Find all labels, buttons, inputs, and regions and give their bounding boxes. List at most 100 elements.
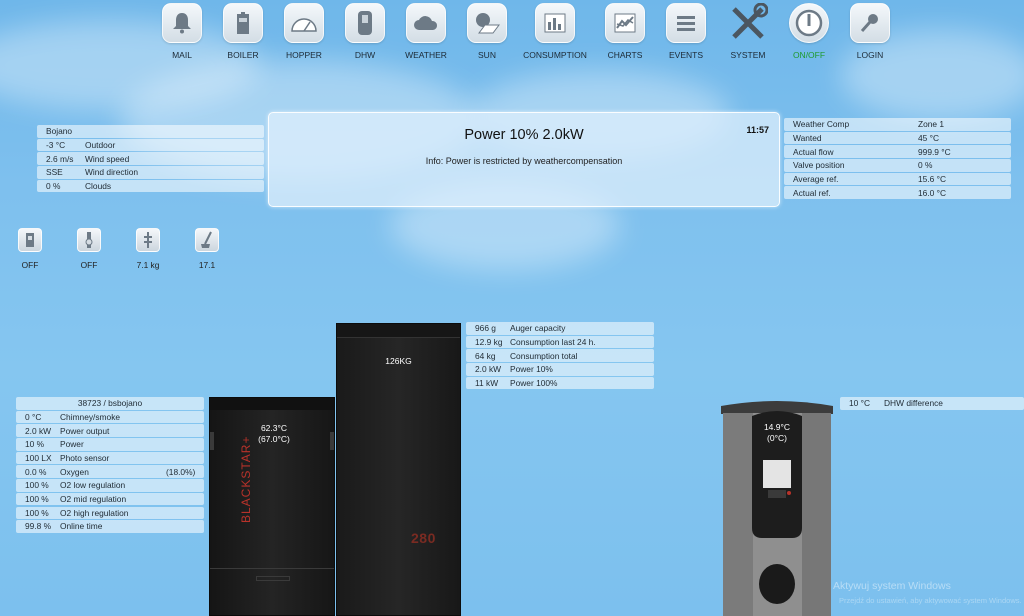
weather-location: Bojano [37,125,264,138]
sweeper-icon [195,228,219,252]
nav-sun[interactable]: SUN [457,3,517,60]
dhw-difference-row: 10 °C DHW difference [840,397,1024,410]
boiler-stat-row: 100 % O2 mid regulation [16,492,204,506]
info-box: Power 10% 2.0kW 11:57 Info: Power is res… [268,112,780,207]
hopper-stat-row: 12.9 kg Consumption last 24 h. [466,335,654,349]
boiler-hinge [210,432,214,450]
boiler-stats-panel: 38723 / bsbojano 0 °C Chimney/smoke 2.0 k… [16,397,204,534]
nav-login[interactable]: LOGIN [840,3,900,60]
boiler-stat-row: 10 % Power [16,438,204,451]
boiler-top [210,398,334,410]
boiler-unit[interactable]: 62.3°C (67.0°C) BLACKSTAR+ [209,397,335,616]
comp-row: Wanted 45 °C [784,131,1011,145]
nav-dhw[interactable]: DHW [335,3,395,60]
boiler-stat-row: 2.0 kW Power output [16,424,204,437]
gauge-icon [284,3,324,43]
device-label: OFF [21,260,39,270]
nav-onoff[interactable]: ON/OFF [779,3,839,60]
device-label: 17.1 [198,260,216,270]
pellet-hopper[interactable]: 126KG 280 [336,323,461,616]
nav-label: DHW [354,50,376,60]
boiler-stat-row: 100 LX Photo sensor [16,451,204,465]
valve-icon [77,228,101,252]
dhw-temperature: 14.9°C (0°C) [758,422,796,444]
device-valve[interactable]: OFF [72,228,106,270]
comp-row: Valve position 0 % [784,159,1011,172]
comp-row: Average ref. 15.6 °C [784,172,1011,186]
nav-label: HOPPER [286,50,322,60]
nav-mail[interactable]: MAIL [152,3,212,60]
weather-row: SSE Wind direction [37,166,264,179]
device-label: 7.1 kg [136,260,160,270]
power-icon [789,3,829,43]
boiler-stat-row: 0.0 % Oxygen (18.0%) [16,465,204,478]
power-status-title: Power 10% 2.0kW [464,127,584,143]
hopper-stat-row: 966 g Auger capacity [466,322,654,335]
nav-consumption[interactable]: CONSUMPTION [518,3,592,60]
dhw-tank[interactable]: 14.9°C (0°C) [720,398,834,616]
comp-row: Actual flow 999.9 °C [784,145,1011,158]
nav-label: CHARTS [607,50,643,60]
nav-label: SUN [478,50,496,60]
water-tank-icon [345,3,385,43]
nav-events[interactable]: EVENTS [656,3,716,60]
nav-charts[interactable]: CHARTS [595,3,655,60]
nav-weather[interactable]: WEATHER [396,3,456,60]
weather-row: 0 % Clouds [37,179,264,193]
hopper-stat-row: 64 kg Consumption total [466,349,654,362]
bell-icon [162,3,202,43]
boiler-id: 38723 / bsbojano [16,397,204,410]
windows-activation-hint: Przejdź do ustawień, aby aktywować syste… [839,596,1022,605]
windows-activation-watermark: Aktywuj system Windows [833,580,951,592]
key-icon [850,3,890,43]
nav-system[interactable]: SYSTEM [718,3,778,60]
device-label: OFF [80,260,98,270]
pump-icon [18,228,42,252]
boiler-stat-row: 0 °C Chimney/smoke [16,410,204,424]
boiler-handle [330,432,334,450]
weather-row: -3 °C Outdoor [37,138,264,152]
nav-label: WEATHER [405,50,447,60]
tools-icon [728,3,768,43]
boiler-icon [223,3,263,43]
nav-boiler[interactable]: BOILER [213,3,273,60]
hopper-model-number: 280 [411,530,436,546]
weather-row: 2.6 m/s Wind speed [37,152,264,165]
cloud-icon [406,3,446,43]
nav-label: LOGIN [856,50,884,60]
nav-hopper[interactable]: HOPPER [274,3,334,60]
comp-row: Weather Comp Zone 1 [784,118,1011,131]
svg-text:BLACKSTAR+: BLACKSTAR+ [239,436,253,523]
sun-panel-icon [467,3,507,43]
info-message: Info: Power is restricted by weathercomp… [425,156,623,166]
hopper-weight: 126KG [385,356,412,366]
top-navigation: MAIL BOILER HOPPER DHW WEATHER SUN CONSU… [152,3,904,65]
nav-label: EVENTS [668,50,703,60]
boiler-stat-row: 100 % O2 high regulation [16,506,204,519]
dhw-temp-actual: 14.9°C [763,422,791,432]
boiler-stat-row: 99.8 % Online time [16,520,204,533]
weather-comp-panel: Weather Comp Zone 1 Wanted 45 °C Actual fl… [784,118,1011,200]
clock: 11:57 [746,125,769,135]
dhw-temp-target: (0°C) [767,433,787,443]
hopper-stat-row: 11 kW Power 100% [466,376,654,390]
bar-chart-icon [535,3,575,43]
hopper-stat-row: 2.0 kW Power 10% [466,363,654,376]
line-chart-icon [605,3,645,43]
pellet-scale-icon [136,228,160,252]
nav-label: MAIL [172,50,192,60]
boiler-brand-logo: BLACKSTAR+ [223,430,263,525]
nav-label: ON/OFF [792,50,826,60]
nav-label: BOILER [227,50,259,60]
comp-row: Actual ref. 16.0 °C [784,186,1011,199]
boiler-stat-row: 100 % O2 low regulation [16,479,204,492]
device-sweeper[interactable]: 17.1 [190,228,224,270]
list-icon [666,3,706,43]
device-pellet-scale[interactable]: 7.1 kg [131,228,165,270]
device-pump[interactable]: OFF [13,228,47,270]
dhw-difference-panel: 10 °C DHW difference [840,397,1024,411]
nav-label: CONSUMPTION [523,50,587,60]
nav-label: SYSTEM [730,50,766,60]
weather-panel: Bojano -3 °C Outdoor 2.6 m/s Wind speed SS… [37,125,264,193]
boiler-handle-slot [256,576,290,581]
